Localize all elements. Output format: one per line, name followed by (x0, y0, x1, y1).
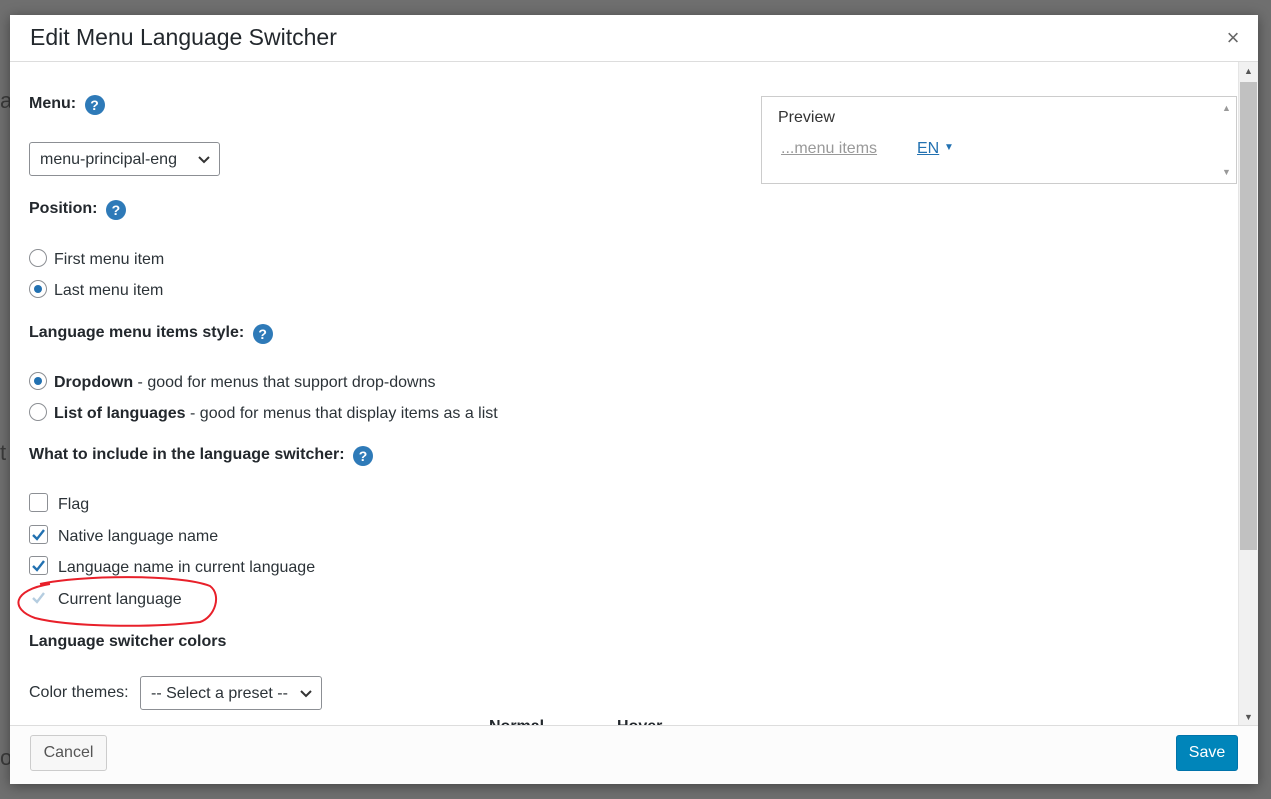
color-preset-value: -- Select a preset -- (151, 685, 288, 702)
scroll-up-icon[interactable]: ▲ (1244, 66, 1253, 76)
position-option-label: First menu item (54, 251, 165, 268)
style-option-desc: - good for menus that support drop-downs (133, 374, 436, 391)
scroll-down-icon[interactable]: ▼ (1244, 712, 1253, 722)
include-label: What to include in the language switcher… (29, 446, 345, 463)
edit-menu-language-switcher-dialog: Edit Menu Language Switcher × Menu: ? me… (10, 15, 1258, 784)
include-option-current-language: Current language (29, 588, 182, 609)
include-option-current-lang-name[interactable]: Language name in current language (29, 556, 315, 577)
radio-button[interactable] (29, 280, 47, 298)
position-option-first[interactable]: First menu item (29, 249, 164, 269)
position-option-label: Last menu item (54, 282, 164, 299)
style-label: Language menu items style: (29, 324, 245, 341)
checkbox[interactable] (29, 525, 48, 544)
save-button[interactable]: Save (1176, 735, 1238, 771)
preview-menu-items: ...menu items (781, 140, 878, 157)
include-option-label: Language name in current language (58, 559, 316, 576)
dialog-title: Edit Menu Language Switcher (30, 24, 337, 50)
radio-button[interactable] (29, 403, 47, 421)
checkbox[interactable] (29, 493, 48, 512)
close-icon[interactable]: × (1222, 27, 1244, 49)
include-option-label: Current language (58, 591, 182, 608)
checkmark-icon (32, 592, 45, 604)
style-option-dropdown[interactable]: Dropdown - good for menus that support d… (29, 372, 435, 392)
color-preset-select[interactable]: -- Select a preset -- (140, 676, 322, 710)
preview-panel: Preview ...menu items EN ▼ ▲ ▼ (761, 96, 1237, 184)
scroll-down-icon[interactable]: ▼ (1222, 167, 1231, 177)
menu-select[interactable]: menu-principal-eng (29, 142, 220, 176)
style-option-name: Dropdown (54, 374, 134, 391)
style-option-list[interactable]: List of languages - good for menus that … (29, 403, 498, 423)
radio-button[interactable] (29, 249, 47, 267)
preview-title: Preview (778, 109, 835, 126)
style-option-desc: - good for menus that display items as a… (185, 405, 498, 422)
checkbox-disabled (29, 588, 48, 607)
position-option-last[interactable]: Last menu item (29, 280, 163, 300)
radio-button[interactable] (29, 372, 47, 390)
menu-label-row: Menu: ? (29, 95, 105, 115)
include-option-label: Native language name (58, 528, 219, 545)
checkbox[interactable] (29, 556, 48, 575)
checkmark-icon (32, 560, 45, 572)
include-label-row: What to include in the language switcher… (29, 446, 374, 466)
chevron-down-icon (299, 677, 313, 723)
cancel-button[interactable]: Cancel (30, 735, 107, 771)
help-icon[interactable]: ? (84, 95, 105, 115)
scrollbar-thumb[interactable] (1240, 82, 1257, 550)
dialog-footer: Cancel Save (10, 725, 1258, 784)
chevron-down-icon (197, 143, 211, 189)
colors-label: Language switcher colors (29, 633, 227, 650)
scroll-up-icon[interactable]: ▲ (1222, 103, 1231, 113)
caret-down-icon: ▼ (944, 142, 954, 153)
menu-label: Menu: (29, 95, 77, 112)
preview-language-link[interactable]: EN (917, 140, 939, 158)
dialog-header: Edit Menu Language Switcher × (10, 15, 1258, 62)
preview-scrollbar[interactable]: ▲ ▼ (1216, 97, 1236, 183)
help-icon[interactable]: ? (353, 446, 374, 466)
help-icon[interactable]: ? (252, 324, 273, 344)
include-option-native[interactable]: Native language name (29, 525, 218, 546)
include-option-label: Flag (58, 496, 90, 513)
dialog-body[interactable]: Menu: ? menu-principal-eng Position: ? F… (10, 62, 1258, 726)
position-label-row: Position: ? (29, 200, 126, 220)
checkmark-icon (32, 529, 45, 541)
style-label-row: Language menu items style: ? (29, 324, 273, 344)
style-option-name: List of languages (54, 405, 186, 422)
dialog-scrollbar[interactable]: ▲ ▼ (1238, 62, 1258, 726)
menu-select-value: menu-principal-eng (40, 151, 177, 168)
position-label: Position: (29, 200, 98, 217)
color-themes-label: Color themes: (29, 684, 129, 701)
include-option-flag[interactable]: Flag (29, 493, 89, 514)
backdrop-text: t (0, 440, 7, 465)
help-icon[interactable]: ? (105, 200, 126, 220)
